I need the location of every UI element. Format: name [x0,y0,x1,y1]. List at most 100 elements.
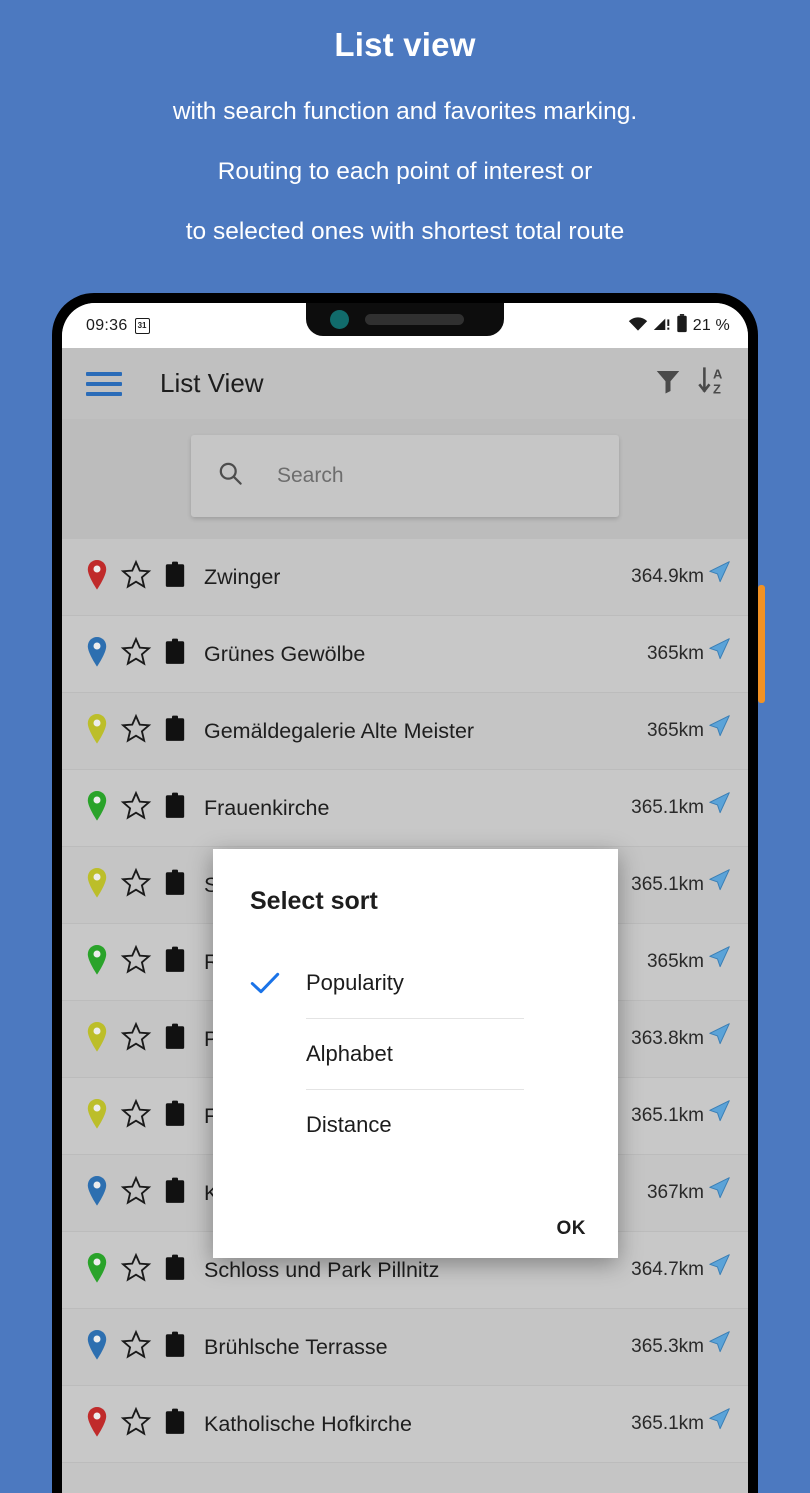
list-item-label: Frauenkirche [204,795,330,820]
battery-percent: 21 % [692,316,730,334]
clipboard-icon[interactable] [164,638,186,670]
map-pin-icon[interactable] [84,636,110,673]
navigation-arrow-icon[interactable] [706,636,732,662]
search-icon [217,460,244,492]
map-pin-icon[interactable] [84,713,110,750]
clipboard-icon[interactable] [164,1177,186,1209]
clipboard-icon[interactable] [164,1100,186,1132]
check-icon [250,971,306,995]
sort-az-icon[interactable]: A Z [697,365,729,402]
navigation-arrow-icon[interactable] [706,1175,732,1201]
map-pin-icon[interactable] [84,1021,110,1058]
list-item[interactable]: Gemäldegalerie Alte Meister 365km [62,693,748,770]
sort-option[interactable]: Popularity [250,948,618,1018]
list-item-distance: 364.9km [631,566,704,587]
map-pin-icon[interactable] [84,1175,110,1212]
clipboard-icon[interactable] [164,715,186,747]
navigation-arrow-icon[interactable] [706,559,732,585]
search-input[interactable]: Search [191,435,619,517]
navigation-arrow-icon[interactable] [706,790,732,816]
search-area: Search [62,419,748,539]
phone-notch [306,303,504,336]
filter-icon[interactable] [653,366,683,401]
phone-frame: 09:36 31 21 % List View A Z Search Zwing… [52,293,758,1493]
status-clock: 09:36 [86,316,128,334]
status-bar-left: 09:36 31 [86,317,150,335]
clipboard-icon[interactable] [164,1023,186,1055]
clipboard-icon[interactable] [164,946,186,978]
clipboard-icon[interactable] [164,792,186,824]
navigation-arrow-icon[interactable] [706,1329,732,1355]
star-outline-icon[interactable] [120,713,152,749]
list-item-distance: 365km [646,643,704,664]
star-outline-icon[interactable] [120,1098,152,1134]
list-item[interactable]: Grünes Gewölbe 365km [62,616,748,693]
map-pin-icon[interactable] [84,790,110,827]
promo-line-2: Routing to each point of interest or [217,158,593,185]
navigation-arrow-icon[interactable] [706,1098,732,1124]
navigation-arrow-icon[interactable] [706,1021,732,1047]
list-item-distance: 365km [646,720,704,741]
list-item-distance: 365.1km [631,797,704,818]
star-outline-icon[interactable] [120,790,152,826]
navigation-arrow-icon[interactable] [706,1252,732,1278]
navigation-arrow-icon[interactable] [706,1406,732,1432]
sort-option-list[interactable]: Popularity Alphabet Distance [213,948,618,1160]
star-outline-icon[interactable] [120,1252,152,1288]
list-item-label: Zwinger [204,564,281,589]
list-item-distance: 367km [646,1182,704,1203]
list-item[interactable]: Katholische Hofkirche 365.1km [62,1386,748,1463]
list-item-right: 365.1km [631,790,732,826]
front-camera-icon [330,310,349,329]
clipboard-icon[interactable] [164,1331,186,1363]
clipboard-icon[interactable] [164,561,186,593]
clipboard-icon[interactable] [164,869,186,901]
list-item-label: Schloss und Park Pillnitz [204,1257,440,1282]
phone-side-button[interactable] [758,585,765,703]
app-bar: List View A Z [62,348,748,419]
star-outline-icon[interactable] [120,944,152,980]
hamburger-menu-icon[interactable] [86,371,122,396]
list-item-right: 365km [647,944,732,980]
list-item-right: 365km [647,636,732,672]
map-pin-icon[interactable] [84,1098,110,1135]
list-item-right: 365.3km [631,1329,732,1365]
navigation-arrow-icon[interactable] [706,944,732,970]
promo-header: List view with search function and favor… [0,0,810,262]
list-item-right: 365.1km [631,867,732,903]
map-pin-icon[interactable] [84,944,110,981]
clipboard-icon[interactable] [164,1408,186,1440]
list-item-right: 365km [647,713,732,749]
clipboard-icon[interactable] [164,1254,186,1286]
list-item-right: 364.7km [631,1252,732,1288]
svg-text:Z: Z [713,381,721,396]
list-item[interactable]: Brühlsche Terrasse 365.3km [62,1309,748,1386]
map-pin-icon[interactable] [84,1329,110,1366]
map-pin-icon[interactable] [84,559,110,596]
battery-icon [676,313,688,338]
star-outline-icon[interactable] [120,636,152,672]
star-outline-icon[interactable] [120,1406,152,1442]
sort-option-label: Popularity [306,970,404,995]
star-outline-icon[interactable] [120,1329,152,1365]
map-pin-icon[interactable] [84,1406,110,1443]
sort-option[interactable]: Distance [250,1090,618,1160]
list-item-distance: 365.1km [631,1105,704,1126]
star-outline-icon[interactable] [120,1021,152,1057]
star-outline-icon[interactable] [120,867,152,903]
ok-button[interactable]: OK [557,1218,587,1240]
map-pin-icon[interactable] [84,1252,110,1289]
wifi-icon [628,315,648,337]
navigation-arrow-icon[interactable] [706,867,732,893]
list-item-label: Brühlsche Terrasse [204,1334,388,1359]
list-item[interactable]: Zwinger 364.9km [62,539,748,616]
list-item[interactable]: Frauenkirche 365.1km [62,770,748,847]
sort-option[interactable]: Alphabet [250,1019,618,1089]
cellular-signal-icon [653,315,671,337]
list-item-distance: 363.8km [631,1028,704,1049]
star-outline-icon[interactable] [120,1175,152,1211]
select-sort-dialog: Select sort Popularity Alphabet Distance O… [213,849,618,1258]
star-outline-icon[interactable] [120,559,152,595]
map-pin-icon[interactable] [84,867,110,904]
navigation-arrow-icon[interactable] [706,713,732,739]
